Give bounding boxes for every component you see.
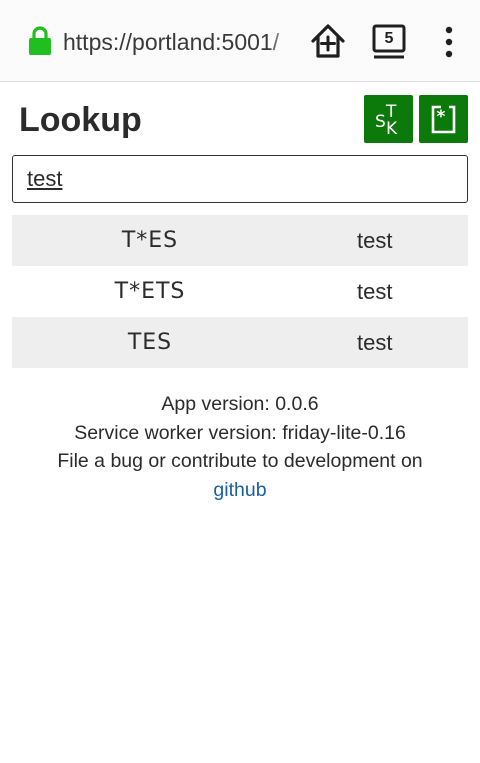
home-icon[interactable] xyxy=(310,22,346,60)
results-table: T*ES test T*ETS test TES test xyxy=(12,215,468,368)
service-worker-version: Service worker version: friday-lite-0.16 xyxy=(74,421,406,444)
address-fade xyxy=(268,24,298,60)
contribute-text: File a bug or contribute to development … xyxy=(57,450,423,472)
browser-toolbar: https://portland:5001/ 5 xyxy=(0,0,480,82)
app-version: App version: 0.0.6 xyxy=(161,393,319,415)
svg-text:*: * xyxy=(437,107,446,127)
stroke-cell: TES xyxy=(127,330,173,355)
svg-text:K: K xyxy=(386,119,398,139)
translation-cell: test xyxy=(357,227,393,253)
translation-cell: test xyxy=(357,329,393,355)
translation-cell: test xyxy=(357,278,393,304)
svg-text:S: S xyxy=(375,112,386,132)
search-input[interactable] xyxy=(12,155,468,203)
overflow-menu-icon[interactable] xyxy=(440,26,458,58)
steno-keys-icon: S T K xyxy=(375,102,398,139)
lock-icon xyxy=(29,26,51,55)
table-row[interactable]: TES test xyxy=(12,317,468,368)
stroke-cell: T*ETS xyxy=(114,279,186,304)
table-row[interactable]: T*ETS test xyxy=(12,266,468,317)
page-title: Lookup xyxy=(19,101,142,139)
new-entry-icon: * xyxy=(431,105,456,134)
tab-count: 5 xyxy=(384,30,394,47)
github-link[interactable]: github xyxy=(213,479,266,501)
stroke-cell: T*ES xyxy=(121,228,179,253)
steno-keyboard-button[interactable]: S T K xyxy=(364,95,413,143)
app-footer: App version: 0.0.6 Service worker versio… xyxy=(0,390,480,504)
address-bar[interactable]: https://portland:5001/ xyxy=(63,27,295,57)
add-translation-button[interactable]: * xyxy=(419,95,468,143)
table-row[interactable]: T*ES test xyxy=(12,215,468,266)
